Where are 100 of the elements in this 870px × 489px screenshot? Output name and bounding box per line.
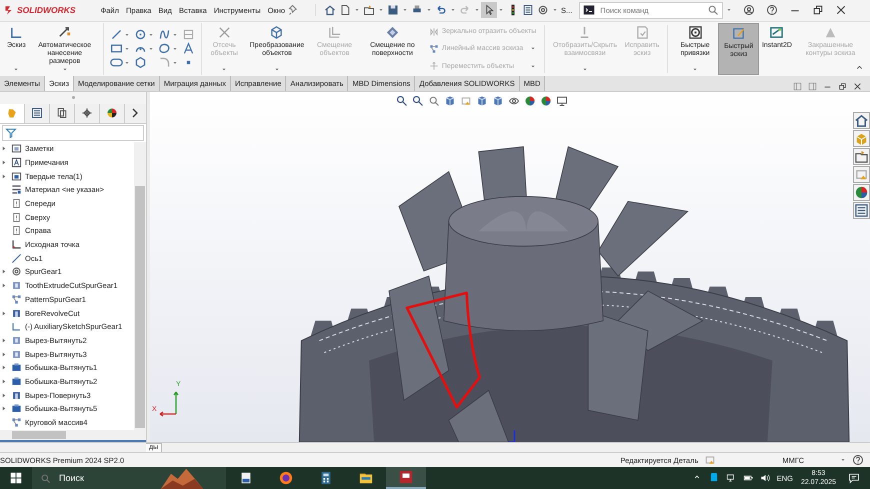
view-tool-icon[interactable] <box>444 94 456 107</box>
configuration-icon <box>56 107 68 120</box>
network-icon[interactable] <box>726 473 736 484</box>
expand-arrow-icon[interactable] <box>2 310 6 316</box>
feature-tree-icon <box>6 107 18 120</box>
split-view-icon[interactable] <box>793 82 802 91</box>
split-view-icon[interactable] <box>808 82 817 91</box>
view-tool-icon[interactable] <box>396 94 408 107</box>
expand-arrow-icon[interactable] <box>2 392 6 398</box>
search-input[interactable]: Поиск <box>57 472 151 484</box>
task-pane-icon[interactable] <box>853 148 870 165</box>
volume-icon[interactable] <box>760 473 770 484</box>
terminal-icon <box>583 4 596 16</box>
sketch-tool-icon[interactable] <box>110 42 123 56</box>
save-icon[interactable] <box>387 4 400 16</box>
property-list-icon <box>31 107 43 120</box>
cad-app-icon <box>399 470 413 484</box>
view-tool-icon[interactable] <box>492 94 504 107</box>
sketch-tool-icon[interactable] <box>182 42 195 56</box>
app-tray-icon[interactable] <box>708 473 719 484</box>
origin-triad-icon <box>508 429 516 442</box>
view-tool-icon[interactable] <box>540 94 552 107</box>
feature-icon <box>11 308 22 319</box>
tool-icon <box>269 24 284 40</box>
help-icon[interactable] <box>766 4 778 16</box>
tool-icon <box>731 26 746 41</box>
close-icon[interactable] <box>835 4 848 16</box>
crosshair-icon <box>81 107 93 120</box>
close-icon[interactable] <box>853 82 862 91</box>
view-tool-icon[interactable] <box>476 94 488 107</box>
view-tool-icon[interactable] <box>508 94 520 107</box>
notifications-icon[interactable] <box>848 472 860 484</box>
undo-icon[interactable] <box>435 4 448 16</box>
filter-field[interactable] <box>2 124 144 141</box>
tool-icon <box>634 24 650 40</box>
home-icon[interactable] <box>324 4 336 16</box>
view-tool-icon[interactable] <box>412 94 424 107</box>
feature-icon <box>11 390 22 401</box>
chevron-right-icon[interactable] <box>131 108 139 118</box>
open-folder-icon[interactable] <box>363 4 376 16</box>
tool-icon <box>769 24 784 40</box>
pointer-icon[interactable] <box>483 4 496 16</box>
expand-arrow-icon[interactable] <box>2 365 6 370</box>
view-tool-icon[interactable] <box>428 94 440 107</box>
sketch-tool-icon[interactable] <box>158 28 171 42</box>
feature-icon <box>11 376 22 387</box>
taskbar-app[interactable] <box>386 467 426 489</box>
tool-icon <box>384 24 400 40</box>
feature-icon <box>11 252 22 264</box>
appearance-icon <box>106 107 118 120</box>
restore-icon[interactable] <box>812 4 824 16</box>
app-name: SOLIDWORKS <box>17 5 76 16</box>
search-icon[interactable] <box>707 4 720 16</box>
expand-arrow-icon[interactable] <box>2 174 6 179</box>
feature-icon <box>11 212 22 223</box>
folder-icon <box>359 471 373 486</box>
expand-arrow-icon[interactable] <box>2 146 6 152</box>
expand-arrow-icon[interactable] <box>2 352 6 357</box>
tool-icon <box>428 61 439 72</box>
filter-icon[interactable] <box>5 126 17 139</box>
sketch-tool-icon[interactable] <box>134 56 147 70</box>
feature-icon <box>11 294 22 305</box>
task-pane-icon[interactable] <box>853 112 870 129</box>
new-document-icon[interactable] <box>339 4 352 16</box>
windows-icon <box>9 471 23 486</box>
tool-icon <box>428 44 439 54</box>
task-pane-icon[interactable] <box>853 184 870 201</box>
browser-icon <box>279 471 293 486</box>
sketch-tool-icon[interactable] <box>110 56 123 70</box>
feature-icon <box>11 198 22 210</box>
feature-icon <box>11 225 22 236</box>
feature-icon <box>11 334 22 346</box>
calculator-icon <box>319 471 333 486</box>
feature-icon <box>11 184 22 196</box>
feature-icon <box>11 156 22 168</box>
feature-icon <box>11 239 22 250</box>
scrollbar[interactable] <box>134 142 146 430</box>
scrollbar[interactable] <box>0 430 146 442</box>
grip-handle[interactable] <box>72 96 74 100</box>
feature-icon <box>11 348 22 360</box>
expand-arrow-icon[interactable] <box>2 378 6 384</box>
taskbar-search-field[interactable]: Поиск <box>32 467 226 489</box>
expand-arrow-icon[interactable] <box>2 406 6 412</box>
file-properties-icon[interactable] <box>522 4 534 16</box>
expand-arrow-icon[interactable] <box>2 160 6 165</box>
task-pane-icon[interactable] <box>853 202 870 219</box>
expand-arrow-icon[interactable] <box>2 283 6 288</box>
help-icon[interactable] <box>852 454 864 466</box>
expand-arrow-icon[interactable] <box>2 338 6 343</box>
feature-icon <box>11 280 22 292</box>
view-tool-icon[interactable] <box>556 94 568 107</box>
expand-arrow-icon[interactable] <box>2 269 6 274</box>
sketch-tool-icon[interactable] <box>110 28 123 42</box>
feature-icon <box>11 170 22 182</box>
view-tool-icon[interactable] <box>524 94 536 107</box>
sketch-tool-icon[interactable] <box>134 28 147 42</box>
sketch-tool-icon[interactable] <box>158 42 171 56</box>
restore-icon[interactable] <box>838 82 847 91</box>
settings-icon[interactable] <box>537 4 550 16</box>
user-icon[interactable] <box>743 4 756 16</box>
